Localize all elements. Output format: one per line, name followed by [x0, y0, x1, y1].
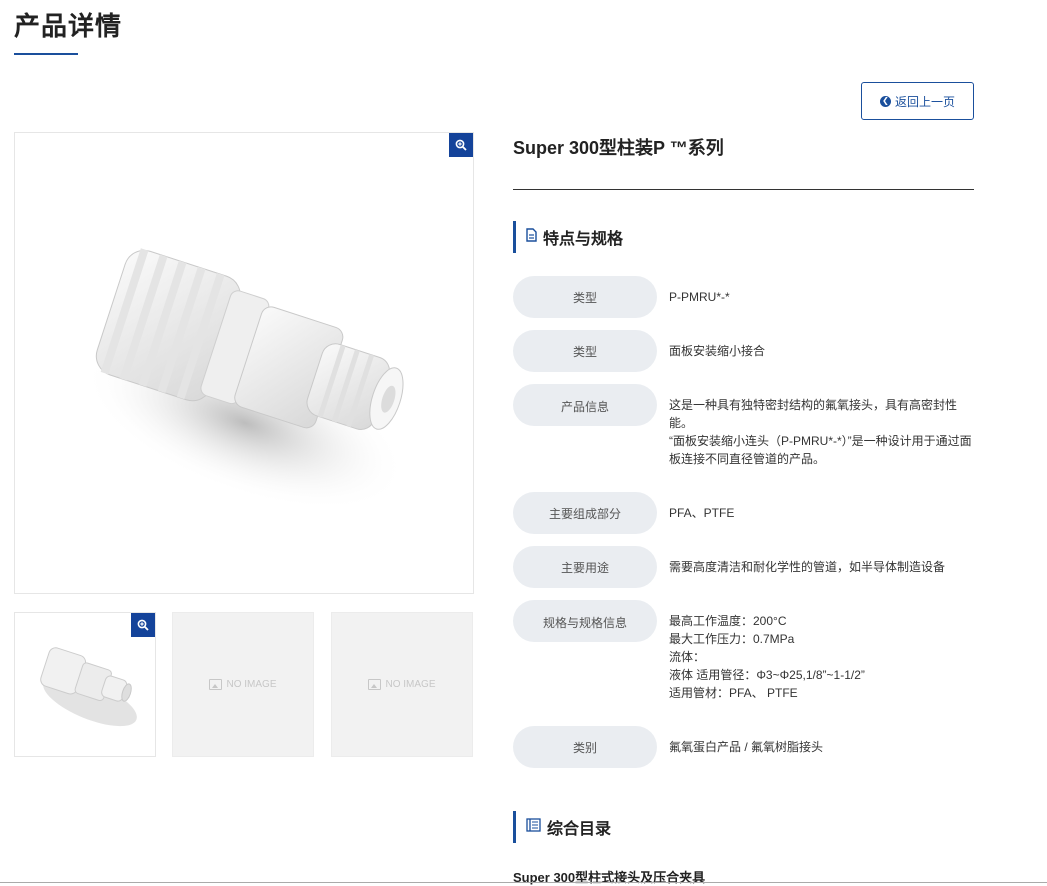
spec-value: 需要高度清洁和耐化学性的管道，如半导体制造设备	[669, 560, 946, 574]
thumbnail-2[interactable]: NO IMAGE	[172, 612, 314, 757]
spec-label: 主要组成部分	[513, 492, 657, 534]
spec-label: 主要用途	[513, 546, 657, 588]
thumbnail-3[interactable]: NO IMAGE	[331, 612, 473, 757]
document-icon	[526, 227, 537, 247]
arrow-left-circle-icon: ❮	[879, 95, 891, 107]
back-button-label: 返回上一页	[894, 94, 955, 109]
page-title: 产品详情	[14, 11, 123, 41]
spec-label: 产品信息	[513, 384, 657, 426]
catalog-heading-text: 综合目录	[547, 821, 612, 838]
catalog-heading: 综合目录	[513, 811, 611, 843]
spec-label: 规格与规格信息	[513, 600, 657, 642]
book-icon	[526, 817, 541, 837]
divider	[0, 882, 1047, 883]
spec-value: PFA、PTFE	[669, 506, 735, 520]
thumbnail-1[interactable]	[14, 612, 156, 757]
spec-label: 类别	[513, 726, 657, 768]
divider	[513, 189, 974, 190]
image-placeholder-icon	[209, 679, 223, 690]
catalog-item-link[interactable]: Super 300型柱式接头及压合夹具	[513, 867, 705, 886]
spec-label: 类型	[513, 276, 657, 318]
zoom-in-icon[interactable]	[449, 133, 473, 157]
fitting-image	[83, 248, 407, 511]
no-image-label: NO IMAGE	[226, 679, 277, 690]
product-name: Super 300型柱装P ™系列	[513, 138, 724, 158]
image-placeholder-icon	[368, 679, 382, 690]
product-main-image[interactable]	[14, 132, 474, 594]
title-underline	[14, 53, 78, 55]
zoom-in-icon[interactable]	[131, 613, 155, 637]
back-button[interactable]: ❮ 返回上一页	[861, 82, 974, 120]
spec-label: 类型	[513, 330, 657, 372]
spec-value: 面板安装缩小接合	[669, 344, 766, 358]
spec-value: 最高工作温度：200°C 最大工作压力：0.7MPa 流体： 液体 适用管径：Φ…	[669, 614, 865, 700]
features-heading: 特点与规格	[513, 221, 623, 253]
spec-value: P-PMRU*-*	[669, 290, 730, 304]
spec-value: 这是一种具有独特密封结构的氟氧接头，具有高密封性能。 “面板安装缩小连头（P-P…	[669, 398, 972, 466]
features-heading-text: 特点与规格	[543, 231, 624, 248]
spec-value: 氟氧蛋白产品 / 氟氧树脂接头	[669, 740, 824, 754]
no-image-label: NO IMAGE	[385, 679, 436, 690]
